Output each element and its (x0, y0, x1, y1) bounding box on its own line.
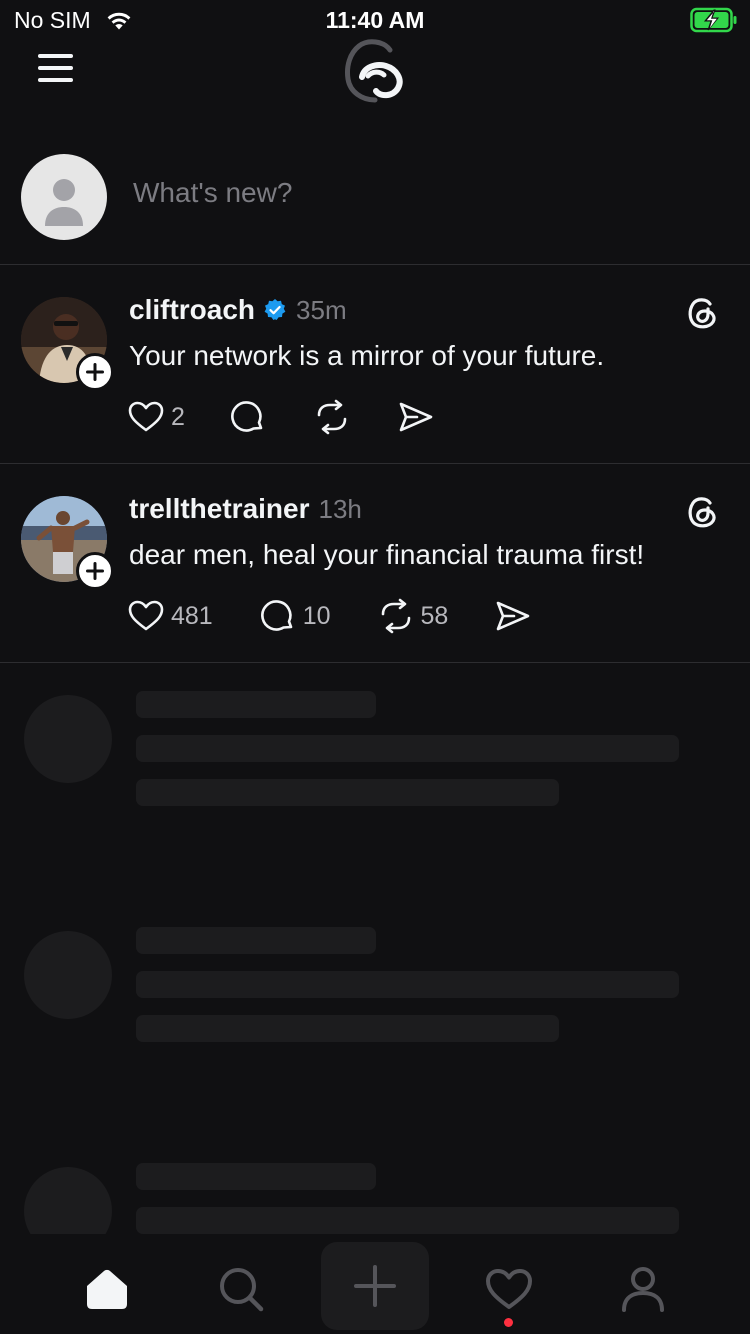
new-post-icon (354, 1265, 396, 1307)
repost-count: 58 (420, 601, 449, 630)
share-button[interactable] (494, 597, 532, 635)
search-icon (220, 1268, 264, 1312)
tab-search[interactable] (187, 1248, 295, 1334)
threads-icon[interactable] (684, 493, 720, 529)
username[interactable]: trellthetrainer (129, 493, 310, 525)
home-icon (87, 1269, 127, 1309)
verified-badge-icon (264, 299, 286, 320)
tab-new-post[interactable] (321, 1242, 429, 1330)
activity-icon (486, 1269, 532, 1309)
battery-charging-icon (690, 7, 737, 33)
post-text: Your network is a mirror of your future. (129, 340, 605, 371)
profile-icon (622, 1267, 664, 1312)
repost-icon (381, 598, 410, 634)
like-count: 2 (171, 402, 185, 431)
post-text: dear men, heal your financial trauma fir… (129, 539, 645, 570)
threads-icon[interactable] (684, 294, 720, 330)
skeleton-line (136, 1207, 679, 1234)
compose-bar[interactable]: What's new? (0, 140, 750, 265)
skeleton-avatar (24, 695, 112, 783)
follow-button[interactable] (76, 353, 114, 391)
tab-bar (0, 1234, 750, 1334)
skeleton-avatar (24, 931, 112, 1019)
post-actions: 2 (127, 397, 435, 437)
heart-icon (128, 600, 164, 631)
post-card[interactable]: trellthetrainer 13h dear men, heal your … (0, 464, 750, 663)
clock: 11:40 AM (325, 7, 425, 33)
like-button[interactable]: 481 (127, 597, 213, 635)
heart-icon (128, 401, 164, 432)
comment-icon (260, 600, 293, 631)
repost-button[interactable] (313, 398, 351, 436)
tab-home[interactable] (53, 1248, 161, 1334)
skeleton-line (136, 735, 679, 762)
reply-button[interactable] (229, 398, 267, 436)
like-button[interactable]: 2 (127, 398, 185, 436)
skeleton-line (136, 691, 376, 718)
threads-logo-icon[interactable] (338, 34, 412, 106)
compose-input[interactable]: What's new? (133, 177, 292, 209)
menu-icon[interactable] (36, 50, 76, 86)
username[interactable]: cliftroach (129, 294, 255, 326)
send-icon (399, 402, 433, 432)
reply-count: 10 (302, 601, 331, 630)
post-card[interactable]: cliftroach 35m Your network is a mirror … (0, 265, 750, 464)
plus-icon (86, 562, 104, 580)
timestamp: 13h (318, 493, 362, 524)
notification-dot (504, 1318, 513, 1327)
default-avatar-icon[interactable] (21, 154, 107, 240)
comment-icon (231, 401, 263, 432)
skeleton-line (136, 971, 679, 998)
follow-button[interactable] (76, 552, 114, 590)
post-header: trellthetrainer 13h (129, 493, 362, 525)
share-button[interactable] (397, 398, 435, 436)
skeleton-line (136, 1163, 376, 1190)
send-icon (497, 601, 530, 631)
like-count: 481 (171, 601, 213, 630)
skeleton-line (136, 779, 559, 806)
skeleton-line (136, 1015, 559, 1042)
post-header: cliftroach 35m (129, 294, 347, 326)
reply-button[interactable]: 10 (259, 597, 331, 635)
timestamp: 35m (296, 294, 347, 325)
plus-icon (86, 363, 104, 381)
skeleton-line (136, 927, 376, 954)
tab-profile[interactable] (589, 1248, 697, 1334)
repost-button[interactable]: 58 (377, 597, 449, 635)
repost-icon (317, 399, 347, 435)
post-actions: 481 10 58 (127, 596, 532, 636)
